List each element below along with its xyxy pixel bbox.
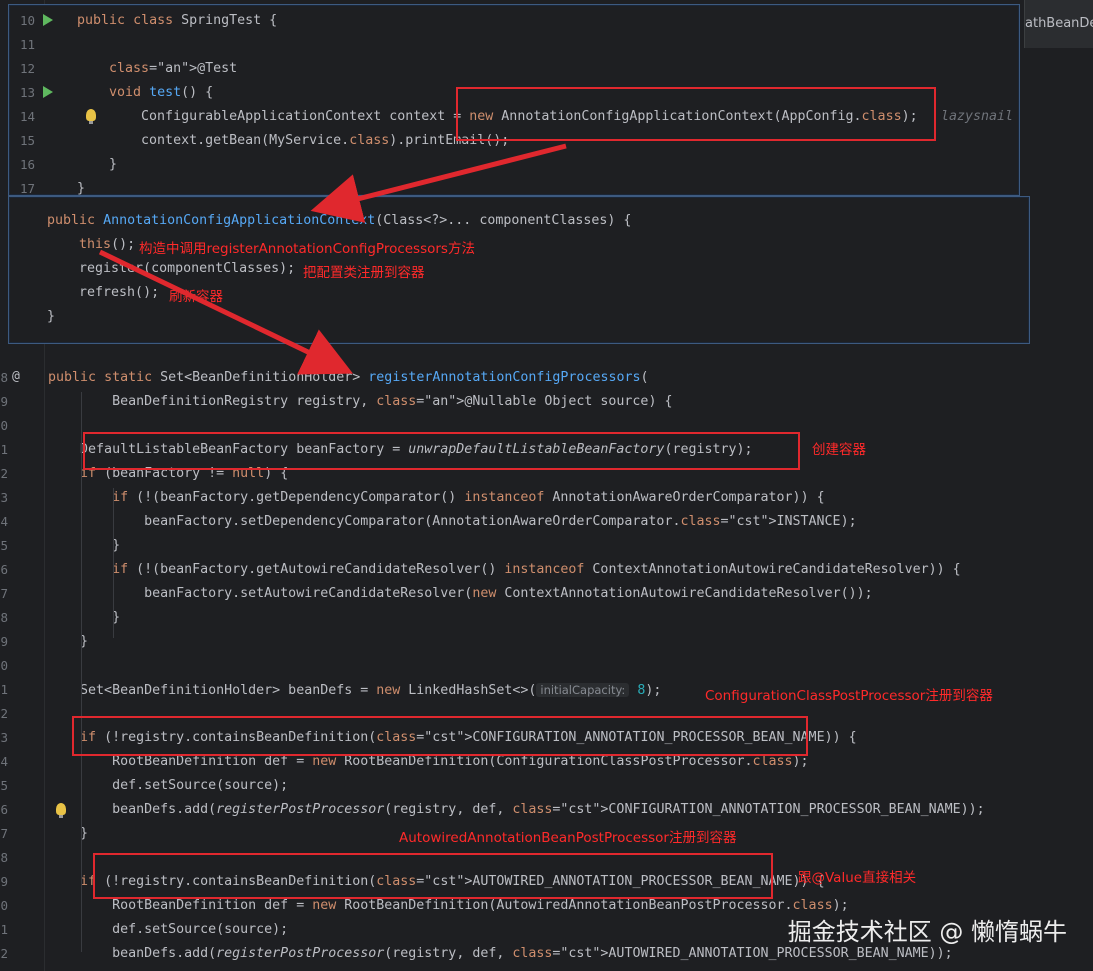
line-number: 8 bbox=[0, 610, 8, 625]
highlight-box-autowired bbox=[93, 853, 773, 899]
line-number: 3 bbox=[0, 730, 8, 745]
lightbulb-icon[interactable] bbox=[56, 803, 66, 818]
line-number: 7 bbox=[0, 586, 8, 601]
code-line: } bbox=[47, 309, 56, 324]
line-number: 14 bbox=[19, 109, 35, 124]
line-number: 17 bbox=[19, 181, 35, 196]
author-hint: lazysnail bbox=[941, 109, 1014, 124]
note-register: 把配置类注册到容器 bbox=[303, 265, 425, 281]
code-line: beanFactory.setDependencyComparator(Anno… bbox=[16, 514, 857, 529]
code-line: def.setSource(source); bbox=[16, 778, 289, 793]
code-line: } bbox=[16, 826, 89, 841]
line-number: 12 bbox=[19, 61, 35, 76]
line-number: 4 bbox=[0, 514, 8, 529]
line-number: 5 bbox=[0, 538, 8, 553]
code-line: public AnnotationConfigApplicationContex… bbox=[47, 213, 632, 228]
line-number: 11 bbox=[19, 37, 35, 52]
line-number: 4 bbox=[0, 754, 8, 769]
line-number: 10 bbox=[19, 13, 35, 28]
constructor-popup: public AnnotationConfigApplicationContex… bbox=[8, 196, 1030, 344]
line-number: 2 bbox=[0, 946, 8, 961]
highlight-box-new-context bbox=[456, 87, 936, 141]
code-line: refresh(); bbox=[47, 285, 160, 300]
note-refresh: 刷新容器 bbox=[169, 289, 223, 305]
code-line: class="an">@Test bbox=[109, 61, 238, 76]
code-line: public static Set<BeanDefinitionHolder> … bbox=[48, 370, 649, 385]
line-number: 9 bbox=[0, 394, 8, 409]
code-line: if (!(beanFactory.getAutowireCandidateRe… bbox=[112, 562, 961, 577]
lightbulb-icon[interactable] bbox=[86, 109, 96, 124]
line-number: 9 bbox=[0, 874, 8, 889]
tab-label: athBeanDe bbox=[1025, 16, 1093, 31]
code-line: } bbox=[77, 157, 118, 172]
line-number: 3 bbox=[0, 490, 8, 505]
line-number: 8 bbox=[0, 370, 8, 385]
line-number: 6 bbox=[0, 562, 8, 577]
highlight-box-create bbox=[83, 432, 800, 470]
code-line: this(); bbox=[79, 237, 136, 252]
code-line: } bbox=[16, 610, 121, 625]
param-hint: initialCapacity: bbox=[536, 683, 630, 697]
note-create: 创建容器 bbox=[812, 442, 866, 458]
code-line: public class SpringTest { bbox=[77, 13, 278, 28]
code-line: } bbox=[16, 634, 89, 649]
watermark: 掘金技术社区 @ 懒惰蜗牛 bbox=[787, 918, 1067, 946]
code-line: } bbox=[77, 181, 86, 196]
line-number: 1 bbox=[0, 682, 8, 697]
line-number: 13 bbox=[19, 85, 35, 100]
code-line: void test() { bbox=[109, 85, 214, 100]
highlight-box-config bbox=[72, 716, 808, 756]
line-number: 15 bbox=[19, 133, 35, 148]
line-number: 2 bbox=[0, 466, 8, 481]
line-number: 0 bbox=[0, 658, 8, 673]
line-number: 1 bbox=[0, 922, 8, 937]
line-number: 2 bbox=[0, 706, 8, 721]
test-class-popup: 10 11 12 13 14 15 16 17 public class SpringTest… bbox=[8, 4, 1020, 196]
line-number: 1 bbox=[0, 442, 8, 457]
line-number: 8 bbox=[0, 850, 8, 865]
note-config: ConfigurationClassPostProcessor注册到容器 bbox=[705, 688, 993, 704]
code-line: beanFactory.setAutowireCandidateResolver… bbox=[16, 586, 873, 601]
run-test-icon[interactable] bbox=[43, 86, 53, 98]
line-number: 0 bbox=[0, 418, 8, 433]
run-class-icon[interactable] bbox=[43, 14, 53, 26]
code-line: } bbox=[16, 538, 121, 553]
line-number: 7 bbox=[0, 826, 8, 841]
line-number: 0 bbox=[0, 898, 8, 913]
line-number: 16 bbox=[19, 157, 35, 172]
line-number: 6 bbox=[0, 802, 8, 817]
code-line: context.getBean(MyService.class).printEm… bbox=[77, 133, 510, 148]
code-line: BeanDefinitionRegistry registry, class="… bbox=[16, 394, 673, 409]
note-this: 构造中调用registerAnnotationConfigProcessors方… bbox=[139, 241, 475, 257]
line-number: 9 bbox=[0, 634, 8, 649]
code-line: register(componentClasses); bbox=[47, 261, 296, 276]
code-line: if (!(beanFactory.getDependencyComparato… bbox=[112, 490, 825, 505]
indent-guide bbox=[81, 392, 82, 952]
line-number: 5 bbox=[0, 778, 8, 793]
indent-guide bbox=[113, 488, 114, 638]
note-value: 跟@Value直接相关 bbox=[798, 870, 917, 886]
code-line: beanDefs.add(registerPostProcessor(regis… bbox=[16, 802, 985, 817]
code-line: def.setSource(source); bbox=[16, 922, 289, 937]
editor-tab[interactable]: athBeanDe bbox=[1024, 0, 1093, 48]
code-line: Set<BeanDefinitionHolder> beanDefs = new… bbox=[16, 683, 662, 698]
note-autowired: AutowiredAnnotationBeanPostProcessor注册到容… bbox=[399, 830, 737, 846]
